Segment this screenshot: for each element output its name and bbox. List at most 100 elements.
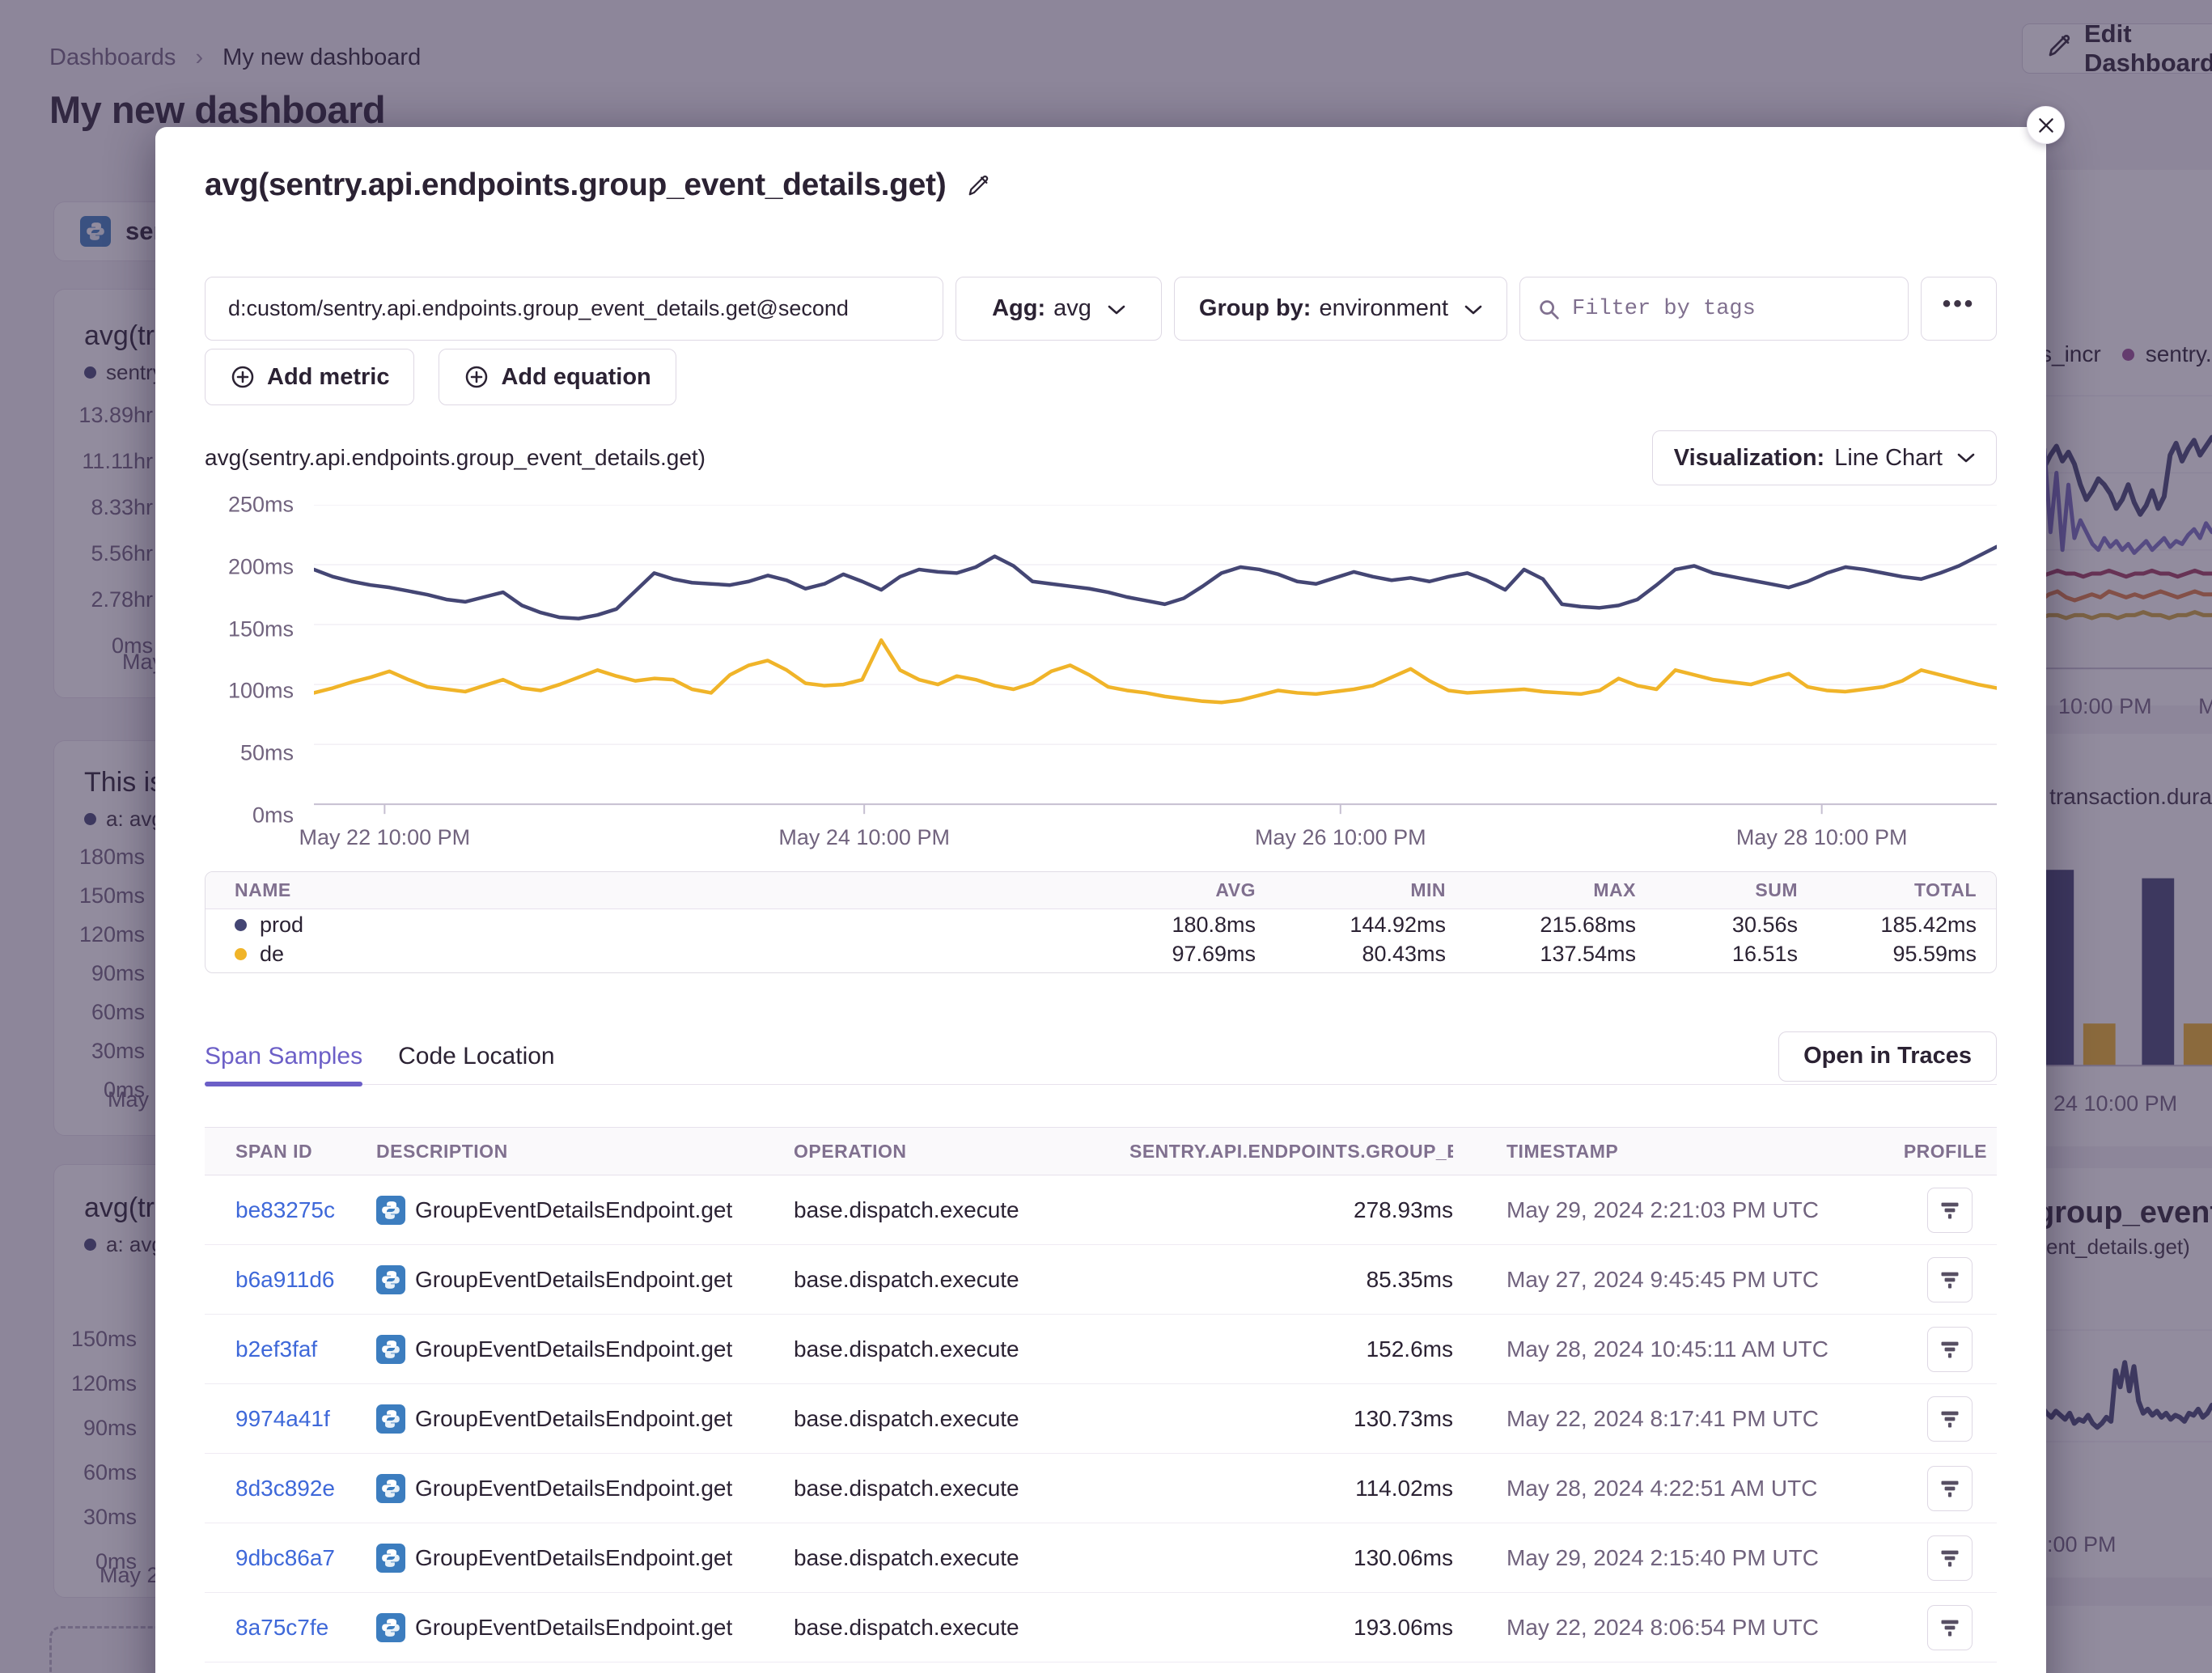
add-buttons-row: Add metric Add equation [205,349,1997,405]
python-icon [376,1265,405,1294]
axis-tick: 50ms [240,741,294,766]
operation-cell: base.dispatch.execute [769,1406,1129,1432]
span-id-link[interactable]: b2ef3faf [235,1336,317,1362]
span-id-link[interactable]: be83275c [235,1197,335,1222]
operation-cell: base.dispatch.execute [769,1267,1129,1293]
description-cell: GroupEventDetailsEndpoint.get [376,1613,769,1642]
line-chart: 250ms200ms150ms100ms50ms0ms May 22 10:00… [205,505,1997,853]
chevron-down-icon [1464,295,1482,322]
python-icon [376,1335,405,1364]
plus-circle-icon [230,364,256,390]
axis-tick: 200ms [228,554,294,579]
python-icon [376,1404,405,1434]
duration-cell: 114.02ms [1129,1476,1453,1501]
groupby-dropdown[interactable]: Group by: environment [1174,277,1507,341]
plus-circle-icon [464,364,489,390]
description-cell: GroupEventDetailsEndpoint.get [376,1265,769,1294]
description-cell: GroupEventDetailsEndpoint.get [376,1544,769,1573]
profile-button[interactable] [1927,1605,1973,1650]
series-dot [235,919,247,931]
aggregation-dropdown[interactable]: Agg: avg [956,277,1162,341]
duration-cell: 193.06ms [1129,1615,1453,1641]
x-axis-labels: May 22 10:00 PMMay 24 10:00 PMMay 26 10:… [314,825,1997,853]
timestamp-cell: May 29, 2024 2:21:03 PM UTC [1453,1197,1900,1223]
description-cell: GroupEventDetailsEndpoint.get [376,1196,769,1225]
profile-button[interactable] [1927,1257,1973,1302]
tab-code-location[interactable]: Code Location [398,1028,554,1084]
timestamp-cell: May 28, 2024 4:22:51 AM UTC [1453,1476,1900,1501]
axis-tick: May 26 10:00 PM [1255,825,1426,850]
axis-tick: 250ms [228,493,294,518]
span-id-link[interactable]: 9974a41f [235,1406,330,1431]
profile-button[interactable] [1927,1466,1973,1511]
query-builder-row: Agg: avg Group by: environment ••• [205,277,1997,341]
axis-tick: May 28 10:00 PM [1736,825,1908,850]
profile-button[interactable] [1927,1535,1973,1581]
description-cell: GroupEventDetailsEndpoint.get [376,1335,769,1364]
series-summary-table: NAME AVG MIN MAX SUM TOTAL prod 180.8ms … [205,871,1997,973]
add-metric-button[interactable]: Add metric [205,349,414,405]
table-row: b6a911d6 GroupEventDetailsEndpoint.get b… [205,1245,1997,1315]
chevron-down-icon [1108,295,1125,322]
timestamp-cell: May 27, 2024 9:45:45 PM UTC [1453,1267,1900,1293]
open-in-traces-button[interactable]: Open in Traces [1778,1031,1997,1082]
axis-tick: May 22 10:00 PM [299,825,471,850]
table-row: 8d3c892e GroupEventDetailsEndpoint.get b… [205,1454,1997,1523]
operation-cell: base.dispatch.execute [769,1336,1129,1362]
summary-row-de[interactable]: de 97.69ms 80.43ms 137.54ms 16.51s 95.59… [206,941,1996,972]
axis-tick: 100ms [228,679,294,704]
span-id-link[interactable]: b6a911d6 [235,1267,335,1292]
profile-button[interactable] [1927,1396,1973,1442]
metric-input[interactable] [205,277,943,341]
duration-cell: 130.73ms [1129,1406,1453,1432]
table-row: 9974a41f GroupEventDetailsEndpoint.get b… [205,1384,1997,1454]
timestamp-cell: May 29, 2024 2:15:40 PM UTC [1453,1545,1900,1571]
close-icon[interactable] [2027,106,2065,144]
visualization-dropdown[interactable]: Visualization: Line Chart [1652,430,1997,485]
summary-row-prod[interactable]: prod 180.8ms 144.92ms 215.68ms 30.56s 18… [206,909,1996,941]
timestamp-cell: May 28, 2024 10:45:11 AM UTC [1453,1336,1900,1362]
modal-title: avg(sentry.api.endpoints.group_event_det… [205,167,946,203]
chevron-down-icon [1957,452,1975,464]
tag-filter-box [1519,277,1909,341]
tag-filter-input[interactable] [1572,297,1892,321]
timestamp-cell: May 22, 2024 8:17:41 PM UTC [1453,1406,1900,1432]
tab-span-samples[interactable]: Span Samples [205,1028,362,1084]
table-row: be83275c GroupEventDetailsEndpoint.get b… [205,1175,1997,1245]
operation-cell: base.dispatch.execute [769,1197,1129,1223]
more-options-button[interactable]: ••• [1921,277,1997,341]
operation-cell: base.dispatch.execute [769,1545,1129,1571]
duration-cell: 152.6ms [1129,1336,1453,1362]
axis-tick: May 24 10:00 PM [778,825,950,850]
timestamp-cell: May 22, 2024 8:06:54 PM UTC [1453,1615,1900,1641]
python-icon [376,1196,405,1225]
detail-tabs: Span Samples Code Location Open in Trace… [205,1028,1997,1085]
python-icon [376,1544,405,1573]
summary-header-row: NAME AVG MIN MAX SUM TOTAL [206,872,1996,909]
profile-button[interactable] [1927,1188,1973,1233]
duration-cell: 85.35ms [1129,1267,1453,1293]
span-id-link[interactable]: 8a75c7fe [235,1615,328,1640]
table-row: 9dbc86a7 GroupEventDetailsEndpoint.get b… [205,1523,1997,1593]
series-dot [235,948,247,960]
table-row: 8a75c7fe GroupEventDetailsEndpoint.get b… [205,1593,1997,1662]
axis-tick: 150ms [228,616,294,642]
chart-plot-area[interactable] [314,505,1997,815]
span-id-link[interactable]: 9dbc86a7 [235,1545,335,1570]
samples-table-header: SPAN ID DESCRIPTION OPERATION SENTRY.API… [205,1127,1997,1175]
add-equation-button[interactable]: Add equation [439,349,676,405]
python-icon [376,1474,405,1503]
chart-title: avg(sentry.api.endpoints.group_event_det… [205,445,706,471]
edit-title-pencil-icon[interactable] [967,173,991,197]
python-icon [376,1613,405,1642]
operation-cell: base.dispatch.execute [769,1476,1129,1501]
search-icon [1536,297,1561,321]
description-cell: GroupEventDetailsEndpoint.get [376,1404,769,1434]
span-samples-table: SPAN ID DESCRIPTION OPERATION SENTRY.API… [205,1127,1997,1662]
span-id-link[interactable]: 8d3c892e [235,1476,335,1501]
table-row: b2ef3faf GroupEventDetailsEndpoint.get b… [205,1315,1997,1384]
y-axis-labels: 250ms200ms150ms100ms50ms0ms [205,505,294,815]
duration-cell: 278.93ms [1129,1197,1453,1223]
profile-button[interactable] [1927,1327,1973,1372]
axis-tick: 0ms [252,803,294,828]
